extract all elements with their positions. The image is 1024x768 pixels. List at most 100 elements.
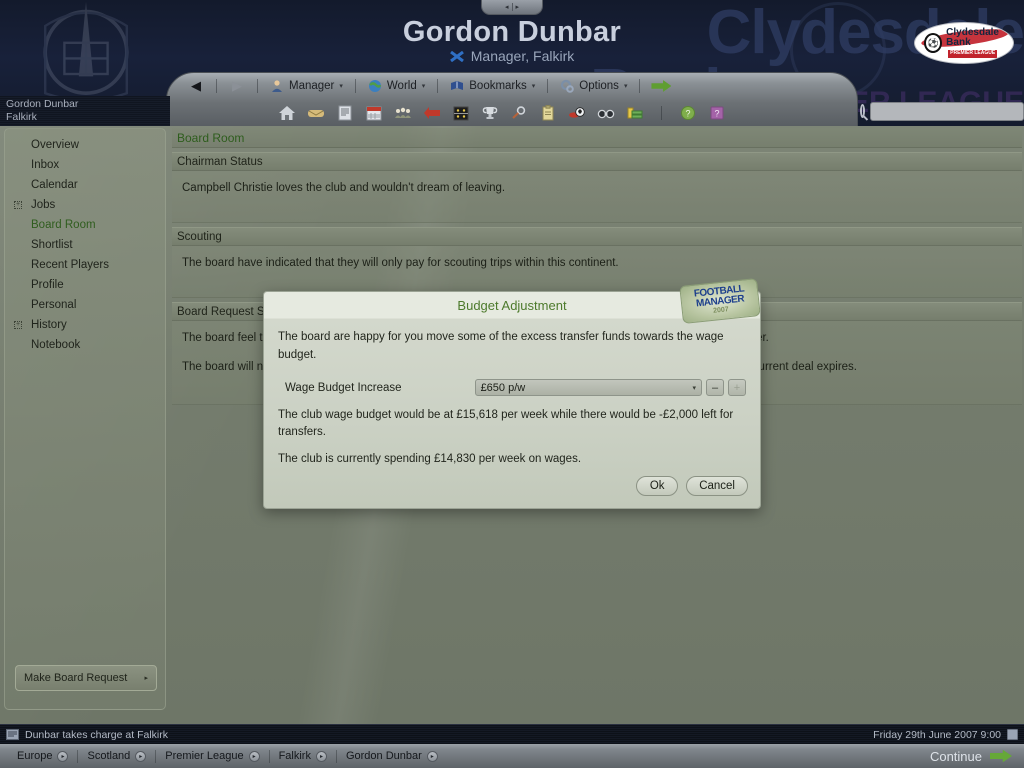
logo-line-3: 2007 — [712, 306, 730, 315]
clipboard-icon[interactable] — [538, 104, 558, 122]
sidebar-item-shortlist[interactable]: Shortlist — [5, 235, 165, 255]
scotland-saltire-icon — [449, 51, 464, 62]
sidebar-item-label: Board Room — [31, 219, 96, 231]
sidebar-item-personal[interactable]: Personal — [5, 295, 165, 315]
make-board-request-button[interactable]: Make Board Request ▸ — [15, 665, 157, 691]
menu-manager[interactable]: Manager ▾ — [265, 79, 348, 93]
continue-label: Continue — [929, 748, 982, 764]
page-title-manager-name: Gordon Dunbar — [402, 16, 622, 48]
wage-budget-increase-label: Wage Budget Increase — [285, 381, 402, 394]
wage-budget-increase-dropdown[interactable]: £650 p/w ▾ — [474, 379, 703, 397]
sidebar-item-board-room[interactable]: Board Room — [5, 215, 165, 235]
breadcrumb-bar: Europe ▸ Scotland ▸ Premier League ▸ Fal… — [0, 744, 1024, 768]
increment-button[interactable]: + — [728, 379, 746, 397]
panel-heading: Scouting — [172, 227, 1022, 246]
sidebar-item-overview[interactable]: Overview — [5, 135, 165, 155]
logo-text: Clydesdale BankPREMIER LEAGUE — [946, 27, 999, 58]
cancel-button[interactable]: Cancel — [686, 476, 748, 496]
finances-money-icon[interactable] — [625, 104, 645, 122]
page-nav-next-icon[interactable]: ▸ — [516, 3, 520, 11]
budget-adjustment-dialog: Budget Adjustment FOOTBALL MANAGER 2007 … — [263, 278, 761, 509]
sidebar-item-jobs[interactable]: + Jobs — [5, 195, 165, 215]
football-manager-window: Clydesdale Bank PREMIER LEAGUE Gordon Du… — [0, 0, 1024, 768]
status-news-text[interactable]: Dunbar takes charge at Falkirk — [25, 729, 168, 741]
breadcrumb-label: Europe — [17, 750, 53, 762]
breadcrumb-dropdown-icon[interactable]: ▸ — [315, 750, 327, 762]
menu-options[interactable]: Options ▾ — [555, 79, 632, 93]
back-button[interactable]: ◀ — [183, 78, 209, 94]
decrement-button[interactable]: – — [706, 379, 725, 397]
breadcrumb-item-falkirk[interactable]: Falkirk ▸ — [270, 750, 336, 762]
page-navigation-pill[interactable]: ◂ ▸ — [481, 0, 543, 15]
clydesdale-bank-logo: ⚽ Clydesdale BankPREMIER LEAGUE — [914, 22, 1014, 64]
panel-body: Campbell Christie loves the club and wou… — [172, 171, 1022, 223]
sidebar-item-recent-players[interactable]: Recent Players — [5, 255, 165, 275]
home-icon[interactable] — [277, 104, 297, 122]
svg-text:?: ? — [685, 109, 690, 119]
divider — [257, 79, 258, 93]
expand-plus-icon[interactable]: + — [14, 321, 22, 329]
sidebar-item-inbox[interactable]: Inbox — [5, 155, 165, 175]
status-date-area: Friday 29th June 2007 9:00 — [873, 729, 1018, 741]
breadcrumb-item-scotland[interactable]: Scotland ▸ — [78, 750, 155, 762]
forward-button[interactable]: ▶ — [224, 78, 250, 94]
breadcrumb-dropdown-icon[interactable]: ▸ — [248, 750, 260, 762]
binoculars-icon[interactable] — [596, 104, 616, 122]
sidebar-item-label: Overview — [31, 139, 79, 151]
squad-players-icon[interactable] — [393, 104, 413, 122]
menu-options-label: Options — [579, 80, 619, 92]
breadcrumb-item-gordon-dunbar[interactable]: Gordon Dunbar ▸ — [337, 750, 447, 762]
menu-manager-label: Manager — [289, 80, 335, 92]
competitions-trophy-icon[interactable] — [480, 104, 500, 122]
news-paper-icon[interactable] — [335, 104, 355, 122]
help-question-green-icon[interactable]: ? — [678, 104, 698, 122]
tactics-board-icon[interactable] — [451, 104, 471, 122]
inbox-envelope-icon[interactable] — [306, 104, 326, 122]
search-input[interactable] — [870, 101, 1024, 121]
breadcrumb-dropdown-icon[interactable]: ▸ — [57, 750, 69, 762]
breadcrumb-label: Falkirk — [278, 750, 311, 762]
calendar-icon[interactable] — [364, 104, 384, 122]
help-question-purple-icon[interactable]: ? — [707, 104, 727, 122]
options-gears-icon — [561, 79, 575, 93]
breadcrumb-item-premier-league[interactable]: Premier League ▸ — [156, 750, 268, 762]
user-name: Gordon Dunbar — [6, 98, 79, 110]
training-ball-icon[interactable] — [567, 104, 587, 122]
page-subtitle-role: Manager, Falkirk — [0, 48, 1024, 64]
green-arrow-go-icon[interactable] — [651, 80, 672, 92]
sidebar-item-history[interactable]: + History — [5, 315, 165, 335]
expand-plus-icon[interactable]: + — [14, 201, 22, 209]
dialog-spending-text: The club is currently spending £14,830 p… — [278, 453, 582, 466]
calendar-book-icon[interactable] — [1007, 729, 1018, 740]
chevron-down-icon: ▾ — [623, 83, 628, 90]
chevron-down-icon: ▾ — [421, 83, 426, 90]
page-nav-prev-icon[interactable]: ◂ — [505, 3, 509, 11]
breadcrumb-label: Premier League — [165, 750, 244, 762]
divider — [639, 79, 641, 93]
continue-button[interactable]: Continue — [930, 749, 1012, 764]
menu-world[interactable]: World ▾ — [363, 79, 430, 93]
main-toolbar: ◀ ▶ Manager ▾ World ▾ Bookmarks ▾ Option… — [166, 72, 858, 128]
user-club: Falkirk — [6, 111, 37, 123]
ok-button[interactable]: Ok — [636, 476, 679, 496]
transfers-arrow-icon[interactable] — [422, 104, 442, 122]
breadcrumb-label: Gordon Dunbar — [345, 750, 422, 762]
page-title: Board Room — [172, 128, 1022, 148]
dialog-body: The board are happy for you move some of… — [264, 318, 760, 469]
wage-budget-increase-row: Wage Budget Increase £650 p/w ▾ – + — [285, 375, 746, 401]
breadcrumb-label: Scotland — [87, 750, 131, 762]
sidebar-item-profile[interactable]: Profile — [5, 275, 165, 295]
breadcrumb-dropdown-icon[interactable]: ▸ — [426, 750, 438, 762]
divider — [661, 106, 662, 120]
sidebar-item-calendar[interactable]: Calendar — [5, 175, 165, 195]
menu-bookmarks[interactable]: Bookmarks ▾ — [445, 79, 540, 93]
panel-heading: Chairman Status — [172, 152, 1022, 171]
toolbar-icon-row: ? ? — [167, 99, 857, 127]
newspaper-icon — [6, 729, 19, 740]
user-info-strip: Gordon Dunbar Falkirk — [0, 96, 170, 126]
sidebar-item-notebook[interactable]: Notebook — [5, 335, 165, 355]
breadcrumb-dropdown-icon[interactable]: ▸ — [135, 750, 147, 762]
sidebar-item-label: Profile — [31, 279, 64, 291]
scouting-magnifier-icon[interactable] — [509, 104, 529, 122]
breadcrumb-item-europe[interactable]: Europe ▸ — [8, 750, 77, 762]
